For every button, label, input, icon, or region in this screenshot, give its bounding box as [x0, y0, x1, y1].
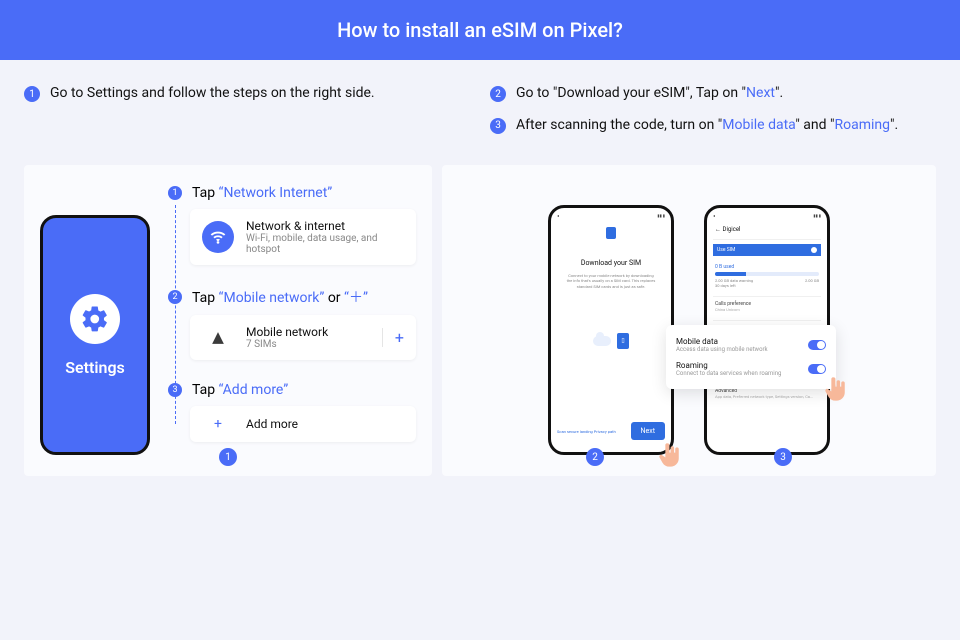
page-title: How to install an eSIM on Pixel? — [337, 18, 623, 42]
download-button-row: Scan secure landing Privacy path Next — [557, 422, 665, 440]
carrier-title: ← Digicel — [713, 223, 821, 240]
signal-icon — [202, 331, 234, 345]
panel-right-badges: 2 3 — [442, 448, 936, 466]
mobile-data-toggle[interactable] — [808, 340, 826, 350]
substep-3-text: Tap “Add more” — [192, 382, 288, 398]
step-badge-3: 3 — [490, 118, 506, 134]
phone-group-2: ◂▮▮ ▮ ← Digicel Use SIM 0 B used 2.00 GB… — [704, 185, 830, 455]
phone-mock-settings: Settings — [40, 215, 150, 455]
download-sim-title: Download your SIM — [557, 259, 665, 267]
usage-row: 0 B used 2.00 GB data warning2.00 GB 30 … — [713, 260, 821, 292]
intro-step-1: 1 Go to Settings and follow the steps on… — [24, 84, 470, 104]
card-add-more[interactable]: + Add more — [190, 406, 416, 442]
highlight-next: Next — [746, 85, 775, 101]
status-bar: ◂▮▮ ▮ — [713, 213, 821, 219]
panel-badge-1: 1 — [219, 448, 237, 466]
hand-pointer-icon — [822, 375, 850, 403]
substep-1: 1 Tap “Network Internet” Network & inter… — [168, 185, 416, 265]
phone-group-1: ◂▮▮ ▮ Download your SIM Connect to your … — [548, 185, 674, 455]
step-badge-2: 2 — [490, 86, 506, 102]
intro-step-3: 3 After scanning the code, turn on "Mobi… — [490, 116, 936, 136]
use-sim-row[interactable]: Use SIM — [713, 244, 821, 256]
usage-bar — [715, 272, 819, 276]
panels: Settings 1 Tap “Network Internet” — [24, 165, 936, 476]
intro-step-3-text: After scanning the code, turn on "Mobile… — [516, 116, 898, 136]
intro-step-1-text: Go to Settings and follow the steps on t… — [50, 84, 375, 104]
panel-badge-3: 3 — [774, 448, 792, 466]
card-network-internet[interactable]: Network & internet Wi-Fi, mobile, data u… — [190, 209, 416, 265]
substep-2-text: Tap “Mobile network” or “＋” — [192, 287, 368, 307]
cloud-icon — [593, 336, 611, 346]
plus-icon: + — [202, 416, 234, 432]
substep-badge: 3 — [168, 383, 182, 397]
roaming-row[interactable]: Roaming Connect to data services when ro… — [676, 357, 826, 381]
card-text: Add more — [246, 417, 404, 431]
download-sim-sub: Connect to your mobile network by downlo… — [557, 273, 665, 289]
step-badge-1: 1 — [24, 86, 40, 102]
page-header: How to install an eSIM on Pixel? — [0, 0, 960, 60]
content: 1 Go to Settings and follow the steps on… — [0, 60, 960, 500]
intro-left: 1 Go to Settings and follow the steps on… — [24, 84, 470, 147]
toggle-on-icon — [811, 247, 817, 253]
card-text: Mobile network 7 SIMs — [246, 325, 370, 350]
highlight-roaming: Roaming — [834, 117, 890, 133]
status-bar: ◂▮▮ ▮ — [557, 213, 665, 219]
substep-1-head: 1 Tap “Network Internet” — [168, 185, 416, 201]
toggle-popup: Mobile data Access data using mobile net… — [666, 325, 836, 389]
panel-screens: ◂▮▮ ▮ Download your SIM Connect to your … — [442, 165, 936, 476]
card-text: Network & internet Wi-Fi, mobile, data u… — [246, 219, 404, 255]
highlight-mobile-data: Mobile data — [722, 117, 795, 133]
panel-badge-2: 2 — [586, 448, 604, 466]
roaming-toggle[interactable] — [808, 364, 826, 374]
sim-icon: ▯ — [617, 333, 629, 349]
gear-icon — [70, 294, 120, 344]
intro-step-2-text: Go to "Download your eSIM", Tap on "Next… — [516, 84, 783, 104]
mobile-data-row[interactable]: Mobile data Access data using mobile net… — [676, 333, 826, 357]
substep-2: 2 Tap “Mobile network” or “＋” Mobile net… — [168, 287, 416, 360]
substep-1-text: Tap “Network Internet” — [192, 185, 332, 201]
substeps: 1 Tap “Network Internet” Network & inter… — [168, 185, 416, 464]
substep-3: 3 Tap “Add more” + Add more — [168, 382, 416, 442]
substep-3-head: 3 Tap “Add more” — [168, 382, 416, 398]
panel-steps: Settings 1 Tap “Network Internet” — [24, 165, 432, 476]
substep-2-head: 2 Tap “Mobile network” or “＋” — [168, 287, 416, 307]
card-mobile-network[interactable]: Mobile network 7 SIMs + — [190, 315, 416, 360]
calls-pref-row[interactable]: Calls preference China Unicom — [713, 296, 821, 316]
substep-badge: 2 — [168, 290, 182, 304]
intro-right: 2 Go to "Download your eSIM", Tap on "Ne… — [490, 84, 936, 147]
privacy-link[interactable]: Scan secure landing Privacy path — [557, 429, 616, 434]
next-button[interactable]: Next — [631, 422, 665, 440]
sim-chip-icon — [557, 227, 665, 241]
substep-badge: 1 — [168, 186, 182, 200]
settings-label: Settings — [65, 358, 125, 377]
wifi-icon — [202, 221, 234, 253]
intro-row: 1 Go to Settings and follow the steps on… — [24, 84, 936, 147]
intro-step-2: 2 Go to "Download your eSIM", Tap on "Ne… — [490, 84, 936, 104]
plus-icon[interactable]: + — [382, 328, 404, 347]
phone-mock-download-sim: ◂▮▮ ▮ Download your SIM Connect to your … — [548, 205, 674, 455]
download-illustration: ▯ — [576, 323, 646, 359]
